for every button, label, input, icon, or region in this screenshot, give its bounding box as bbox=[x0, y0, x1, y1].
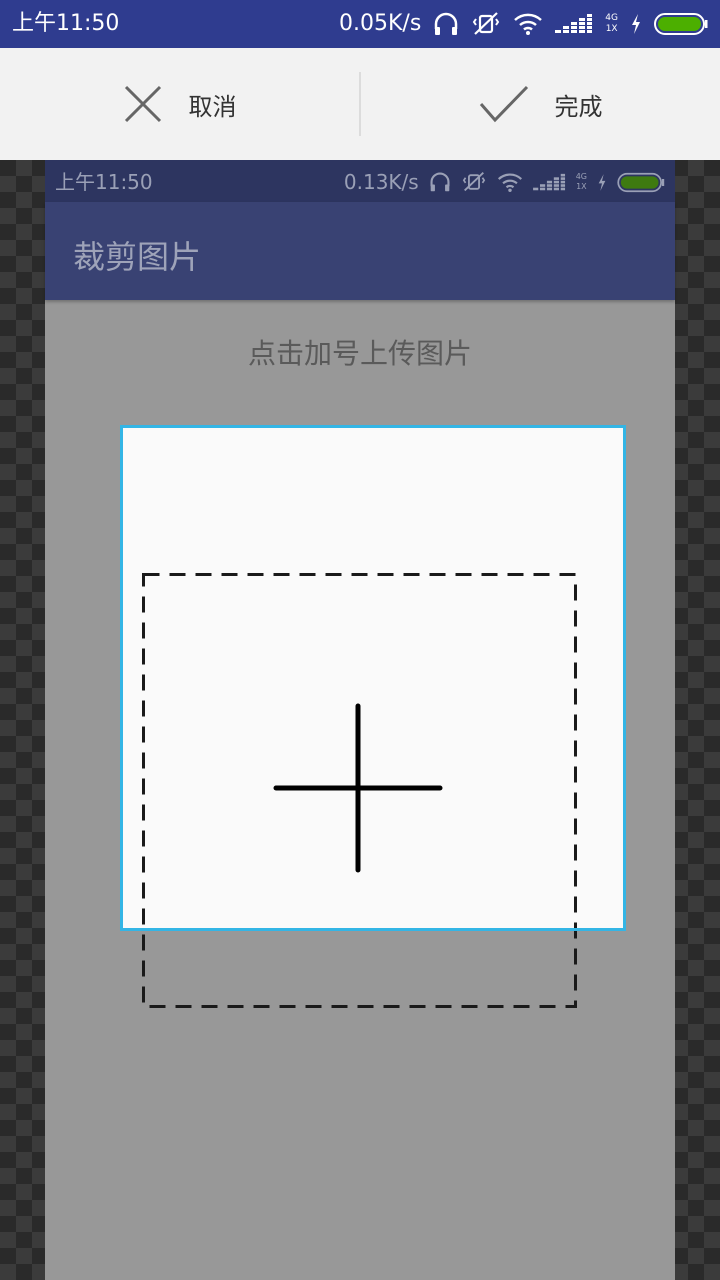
done-button[interactable]: 完成 bbox=[361, 48, 720, 160]
preview-app-bar: 裁剪图片 bbox=[45, 202, 675, 300]
status-bar: 上午11:50 0.05K/s 4G 1X bbox=[0, 0, 720, 48]
close-icon bbox=[123, 84, 163, 124]
done-label: 完成 bbox=[554, 92, 603, 121]
status-icons: 0.05K/s 4G 1X bbox=[339, 9, 708, 39]
headphones-icon bbox=[433, 11, 459, 37]
cancel-button[interactable]: 取消 bbox=[0, 48, 359, 160]
signal-icon bbox=[555, 13, 593, 35]
preview-status-bar: 上午11:50 0.13K/s 4G 1X bbox=[45, 160, 675, 202]
wifi-icon bbox=[513, 12, 543, 36]
vibrate-off-icon bbox=[471, 11, 501, 37]
preview-status-time: 上午11:50 bbox=[55, 170, 153, 194]
charging-icon bbox=[597, 173, 607, 192]
crop-canvas[interactable]: 上午11:50 0.13K/s 4G 1X 裁剪图片 点击加号上传图片 bbox=[0, 160, 720, 1280]
preview-title: 裁剪图片 bbox=[73, 238, 202, 276]
vibrate-off-icon bbox=[461, 171, 487, 193]
battery-icon bbox=[654, 12, 708, 36]
signal-icon bbox=[532, 173, 566, 192]
status-time: 上午11:50 bbox=[12, 11, 120, 36]
charging-icon bbox=[630, 13, 642, 35]
wifi-icon bbox=[497, 172, 523, 193]
plus-icon[interactable] bbox=[273, 703, 443, 873]
battery-icon bbox=[617, 172, 665, 193]
check-icon bbox=[479, 84, 529, 124]
preview-status-icons: 0.13K/s 4G 1X bbox=[344, 167, 665, 197]
network-speed: 0.05K/s bbox=[339, 11, 422, 36]
cancel-label: 取消 bbox=[188, 92, 237, 121]
preview-network-speed: 0.13K/s bbox=[343, 170, 419, 194]
network-type: 4G 1X bbox=[575, 172, 587, 191]
network-type: 4G 1X bbox=[605, 13, 618, 34]
upload-hint: 点击加号上传图片 bbox=[247, 337, 472, 370]
crop-frame[interactable] bbox=[120, 425, 626, 931]
crop-toolbar: 取消 完成 bbox=[0, 48, 720, 160]
headphones-icon bbox=[429, 171, 451, 193]
